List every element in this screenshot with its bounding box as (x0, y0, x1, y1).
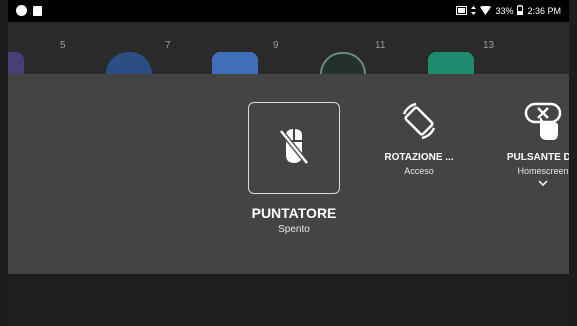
battery-percent: 33% (495, 6, 514, 16)
tile-label: ROTAZIONE ... (384, 152, 454, 163)
tile-status: Acceso (404, 166, 434, 176)
page-number: 9 (273, 40, 279, 51)
screen: 33% 2:36 PM 5 7 9 11 13 PUNTATORE Spento… (8, 0, 569, 326)
page-number: 13 (483, 40, 495, 51)
tile-label: PULSANTE D... (506, 152, 569, 163)
data-arrows-icon (471, 5, 477, 17)
puntatore-tile: PUNTATORE Spento (234, 205, 354, 235)
pulsante-tile[interactable]: PULSANTE D... Homescreen (498, 100, 569, 186)
touch-button-icon (524, 102, 562, 140)
status-bar: 33% 2:36 PM (8, 0, 569, 22)
tile-status: Spento (278, 224, 310, 235)
navigation-area (8, 274, 569, 326)
screen-rotation-icon (402, 102, 436, 140)
quick-settings-panel: PUNTATORE Spento ROTAZIONE ... Acceso PU… (8, 74, 569, 274)
chevron-down-icon[interactable] (538, 180, 548, 186)
page-number: 5 (60, 40, 66, 51)
cast-icon (456, 5, 468, 17)
battery-icon (517, 5, 524, 17)
mouse-off-icon (279, 129, 309, 165)
tile-label: PUNTATORE (251, 205, 337, 221)
rotazione-tile[interactable]: ROTAZIONE ... Acceso (374, 100, 464, 176)
tile-status: Homescreen (517, 166, 569, 176)
circle-indicator-icon (16, 5, 27, 16)
homescreen-background: 5 7 9 11 13 (8, 22, 569, 82)
page-number: 11 (375, 40, 386, 51)
sim-card-icon (33, 5, 42, 16)
wifi-icon (480, 5, 492, 17)
page-number: 7 (165, 40, 171, 51)
puntatore-toggle[interactable] (248, 102, 340, 194)
clock: 2:36 PM (527, 6, 561, 16)
